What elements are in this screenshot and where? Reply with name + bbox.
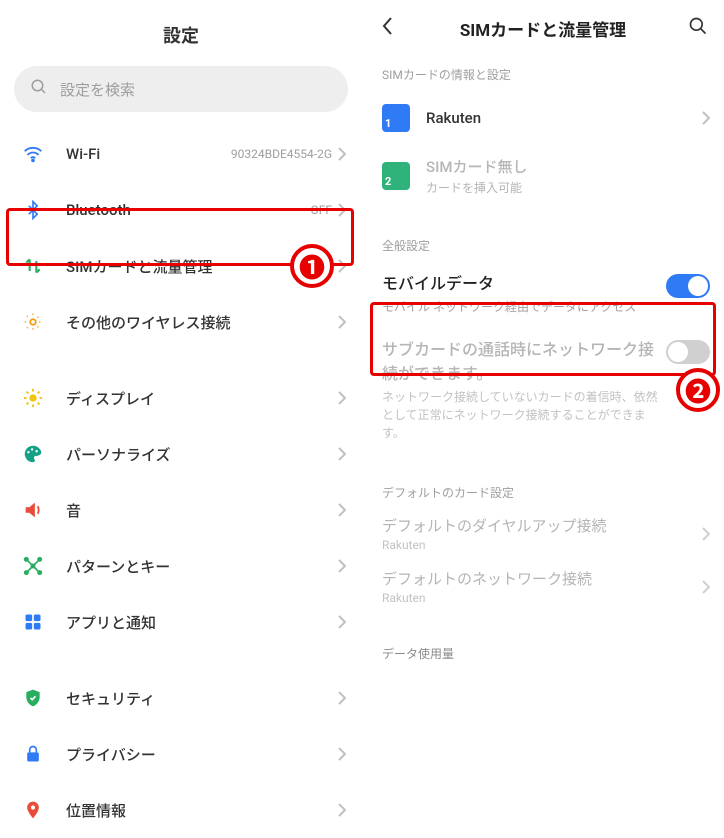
chevron-right-icon bbox=[338, 203, 346, 217]
palette-icon bbox=[22, 443, 44, 465]
chevron-right-icon bbox=[338, 391, 346, 405]
default-net-row[interactable]: デフォルトのネットワーク接続 Rakuten bbox=[362, 560, 724, 613]
chevron-right-icon bbox=[338, 447, 346, 461]
header: SIMカードと流量管理 bbox=[362, 0, 724, 56]
section-sim-info: SIMカードの情報と設定 bbox=[362, 56, 724, 89]
brightness-icon bbox=[22, 387, 44, 409]
chevron-right-icon bbox=[338, 615, 346, 629]
chevron-right-icon bbox=[338, 259, 346, 273]
pattern-icon bbox=[22, 555, 44, 577]
lock-icon bbox=[22, 743, 44, 765]
default-dial-row[interactable]: デフォルトのダイヤルアップ接続 Rakuten bbox=[362, 507, 724, 560]
sim2-icon: 2 bbox=[382, 162, 410, 190]
settings-item-apps[interactable]: アプリと通知 bbox=[0, 594, 362, 650]
subcard-row: サブカードの通話時にネットワーク接続ができます。 ネットワーク接続していないカー… bbox=[362, 326, 724, 452]
chevron-right-icon bbox=[702, 527, 710, 541]
chevron-right-icon bbox=[338, 803, 346, 817]
settings-list: Wi-Fi 90324BDE4554-2G Bluetooth OFF SIMカ… bbox=[0, 126, 362, 838]
chevron-right-icon bbox=[338, 747, 346, 761]
settings-item-display[interactable]: ディスプレイ bbox=[0, 370, 362, 426]
search-icon bbox=[30, 78, 48, 100]
sim1-icon: 1 bbox=[382, 104, 410, 132]
chevron-right-icon bbox=[702, 580, 710, 594]
search-input[interactable]: 設定を検索 bbox=[14, 66, 348, 112]
location-icon bbox=[22, 799, 44, 821]
settings-item-location[interactable]: 位置情報 bbox=[0, 782, 362, 838]
settings-item-bluetooth[interactable]: Bluetooth OFF bbox=[0, 182, 362, 238]
chevron-right-icon bbox=[338, 559, 346, 573]
sim-settings-pane: SIMカードと流量管理 SIMカードの情報と設定 1 Rakuten 2 SIM… bbox=[362, 0, 724, 780]
chevron-right-icon bbox=[338, 315, 346, 329]
annotation-badge-2: ❷ bbox=[676, 368, 720, 412]
chevron-right-icon bbox=[702, 111, 710, 125]
page-title: 設定 bbox=[0, 0, 362, 66]
chevron-right-icon bbox=[338, 503, 346, 517]
settings-item-security[interactable]: セキュリティ bbox=[0, 670, 362, 726]
section-general: 全般設定 bbox=[362, 227, 724, 260]
settings-item-privacy[interactable]: プライバシー bbox=[0, 726, 362, 782]
bluetooth-icon bbox=[22, 199, 44, 221]
data-transfer-icon bbox=[22, 255, 44, 277]
settings-item-pattern[interactable]: パターンとキー bbox=[0, 538, 362, 594]
search-button[interactable] bbox=[684, 16, 712, 40]
mobile-data-toggle[interactable] bbox=[666, 274, 710, 298]
chevron-right-icon bbox=[338, 147, 346, 161]
sim-slot-1[interactable]: 1 Rakuten bbox=[362, 89, 724, 147]
wireless-icon bbox=[22, 311, 44, 333]
wifi-icon bbox=[22, 143, 44, 165]
apps-icon bbox=[22, 611, 44, 633]
chevron-right-icon bbox=[338, 691, 346, 705]
settings-pane: 設定 設定を検索 Wi-Fi 90324BDE4554-2G Bluetooth… bbox=[0, 0, 362, 780]
settings-item-wifi[interactable]: Wi-Fi 90324BDE4554-2G bbox=[0, 126, 362, 182]
sound-icon bbox=[22, 499, 44, 521]
back-button[interactable] bbox=[374, 16, 402, 40]
section-data-usage: データ使用量 bbox=[362, 635, 724, 668]
subcard-toggle bbox=[666, 340, 710, 364]
shield-icon bbox=[22, 687, 44, 709]
settings-item-personalize[interactable]: パーソナライズ bbox=[0, 426, 362, 482]
mobile-data-row[interactable]: モバイルデータ モバイル ネットワーク経由でデータにアクセス bbox=[362, 260, 724, 326]
page-title: SIMカードと流量管理 bbox=[402, 16, 684, 41]
settings-item-sound[interactable]: 音 bbox=[0, 482, 362, 538]
annotation-badge-1: ❶ bbox=[290, 244, 334, 288]
sim-slot-2[interactable]: 2 SIMカード無し カードを挿入可能 bbox=[362, 147, 724, 205]
section-default-card: デフォルトのカード設定 bbox=[362, 474, 724, 507]
settings-item-wireless[interactable]: その他のワイヤレス接続 bbox=[0, 294, 362, 350]
search-placeholder: 設定を検索 bbox=[60, 79, 135, 100]
